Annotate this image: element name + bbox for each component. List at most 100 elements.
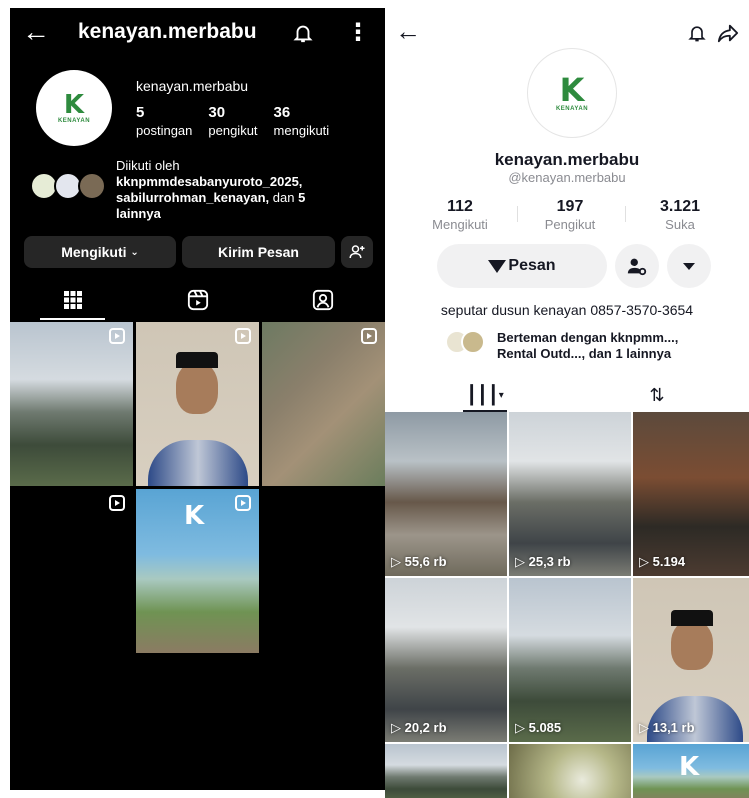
followed-by-joiner: dan bbox=[269, 190, 299, 205]
video-thumbnail[interactable]: K bbox=[633, 744, 749, 798]
instagram-profile-screen: ← kenayan.merbabu ⋮ K KENAYAN kenayan.me… bbox=[10, 8, 385, 790]
friend-settings-button[interactable] bbox=[615, 244, 659, 288]
chevron-down-icon: ⌄ bbox=[130, 246, 139, 258]
video-thumbnail[interactable]: ▷ 25,3 rb bbox=[509, 412, 631, 576]
stat-value: 197 bbox=[556, 198, 584, 215]
message-label: Pesan bbox=[508, 257, 556, 274]
more-options-icon[interactable]: ⋮ bbox=[346, 18, 370, 47]
profile-username: kenayan.merbabu bbox=[136, 78, 249, 94]
profile-stats: 5 postingan 30 pengikut 36 mengikuti bbox=[136, 104, 329, 138]
reel-icon bbox=[235, 328, 251, 344]
post-thumbnail[interactable] bbox=[136, 322, 259, 486]
post-thumbnail[interactable] bbox=[262, 322, 385, 486]
post-thumbnail[interactable]: K bbox=[136, 489, 259, 653]
tab-reposts[interactable]: ⇅ bbox=[635, 378, 679, 412]
stat-value: 112 bbox=[447, 198, 473, 215]
stat-likes: 3.121 Suka bbox=[645, 198, 715, 232]
friends-row[interactable]: Berteman dengan kknpmm..., Rental Outd..… bbox=[445, 330, 678, 362]
reel-icon bbox=[109, 495, 125, 511]
video-thumbnail[interactable] bbox=[509, 744, 631, 798]
avatar[interactable]: K KENAYAN bbox=[36, 70, 112, 146]
more-dropdown-button[interactable] bbox=[667, 244, 711, 288]
mutual-avatar bbox=[78, 172, 106, 200]
back-arrow-icon[interactable]: ← bbox=[395, 16, 421, 47]
post-thumbnail[interactable] bbox=[10, 489, 133, 653]
view-count: ▷ 5.194 bbox=[639, 554, 686, 569]
post-thumbnail[interactable] bbox=[10, 322, 133, 486]
followed-by[interactable]: Diikuti oleh kknpmmdesabanyuroto_2025, s… bbox=[30, 158, 380, 222]
stat-label: Pengikut bbox=[544, 217, 596, 232]
video-thumbnail[interactable] bbox=[385, 744, 507, 798]
stat-following[interactable]: 112 Mengikuti bbox=[425, 198, 495, 232]
friends-line-1: Berteman dengan kknpmm..., bbox=[497, 330, 679, 345]
logo-k-icon: K bbox=[63, 90, 85, 120]
send-message-button[interactable]: Kirim Pesan bbox=[182, 236, 335, 268]
stat-divider bbox=[517, 206, 518, 222]
friend-avatar bbox=[461, 330, 485, 354]
message-button[interactable]: Pesan bbox=[437, 244, 607, 288]
add-person-icon[interactable] bbox=[341, 236, 373, 268]
send-icon bbox=[488, 259, 507, 273]
stat-divider bbox=[625, 206, 626, 222]
profile-actions: Pesan bbox=[437, 244, 711, 288]
person-cap bbox=[671, 610, 713, 626]
back-arrow-icon[interactable]: ← bbox=[22, 16, 50, 48]
profile-tabs bbox=[10, 280, 385, 320]
logo-k-icon: K bbox=[559, 71, 585, 109]
tab-tagged[interactable] bbox=[260, 280, 385, 320]
person-head bbox=[176, 362, 218, 414]
video-thumbnail[interactable]: ▷ 55,6 rb bbox=[385, 412, 507, 576]
share-icon[interactable] bbox=[717, 22, 739, 44]
logo-wordmark: KENAYAN bbox=[57, 118, 91, 124]
profile-tabs: ┃┃┃ ▾ ⇅ bbox=[385, 378, 749, 412]
reel-icon bbox=[109, 328, 125, 344]
video-thumbnail[interactable]: ▷ 5.085 bbox=[509, 578, 631, 742]
mutual-avatars bbox=[30, 172, 110, 208]
view-count: ▷ 55,6 rb bbox=[391, 554, 447, 569]
tab-reels[interactable] bbox=[135, 280, 260, 320]
reels-icon bbox=[187, 289, 208, 311]
stat-followers[interactable]: 30 pengikut bbox=[208, 104, 257, 138]
view-count-value: 5.085 bbox=[528, 720, 562, 735]
video-thumbnail[interactable]: ▷ 5.194 bbox=[633, 412, 749, 576]
view-count: ▷ 13,1 rb bbox=[639, 720, 695, 735]
stat-followers[interactable]: 197 Pengikut bbox=[535, 198, 605, 232]
friends-line-2: Rental Outd..., dan 1 lainnya bbox=[497, 346, 672, 361]
video-thumbnail[interactable]: ▷ 20,2 rb bbox=[385, 578, 507, 742]
reel-icon bbox=[361, 328, 377, 344]
logo-wordmark: KENAYAN bbox=[555, 106, 589, 112]
view-count-value: 13,1 rb bbox=[652, 720, 695, 735]
following-button[interactable]: Mengikuti ⌄ bbox=[24, 236, 176, 268]
stat-value: 36 bbox=[273, 104, 291, 121]
tab-videos[interactable]: ┃┃┃ ▾ bbox=[463, 378, 507, 412]
person-gear-icon bbox=[627, 258, 647, 276]
view-count-value: 25,3 rb bbox=[528, 554, 571, 569]
following-label: Mengikuti bbox=[61, 244, 127, 260]
view-count: ▷ 5.085 bbox=[515, 720, 562, 735]
stat-value: 3.121 bbox=[659, 198, 701, 215]
logo-k-icon: K bbox=[184, 501, 205, 531]
caret-down-icon bbox=[683, 262, 695, 270]
bell-icon[interactable] bbox=[292, 22, 314, 44]
stat-label: postingan bbox=[136, 123, 193, 138]
reel-icon bbox=[235, 495, 251, 511]
view-count-value: 55,6 rb bbox=[404, 554, 447, 569]
stat-posts[interactable]: 5 postingan bbox=[136, 104, 192, 138]
person-head bbox=[671, 620, 713, 670]
videos-grid-icon: ┃┃┃ bbox=[466, 384, 499, 405]
friends-text: Berteman dengan kknpmm..., Rental Outd..… bbox=[497, 330, 678, 362]
video-thumbnail[interactable]: ▷ 13,1 rb bbox=[633, 578, 749, 742]
person-jacket bbox=[148, 440, 248, 486]
avatar[interactable]: K KENAYAN bbox=[527, 48, 617, 138]
stat-following[interactable]: 36 mengikuti bbox=[274, 104, 330, 138]
profile-bio: seputar dusun kenayan 0857-3570-3654 bbox=[440, 302, 694, 318]
bell-icon[interactable] bbox=[687, 22, 707, 44]
stat-label: mengikuti bbox=[273, 123, 330, 138]
stat-value: 30 bbox=[208, 104, 226, 121]
stat-value: 5 bbox=[136, 104, 145, 121]
profile-stats: 112 Mengikuti 197 Pengikut 3.121 Suka bbox=[425, 198, 745, 238]
stat-label: Mengikuti bbox=[432, 217, 488, 232]
tagged-icon bbox=[312, 289, 333, 311]
view-count-value: 5.194 bbox=[652, 554, 686, 569]
tab-grid[interactable] bbox=[10, 280, 135, 320]
